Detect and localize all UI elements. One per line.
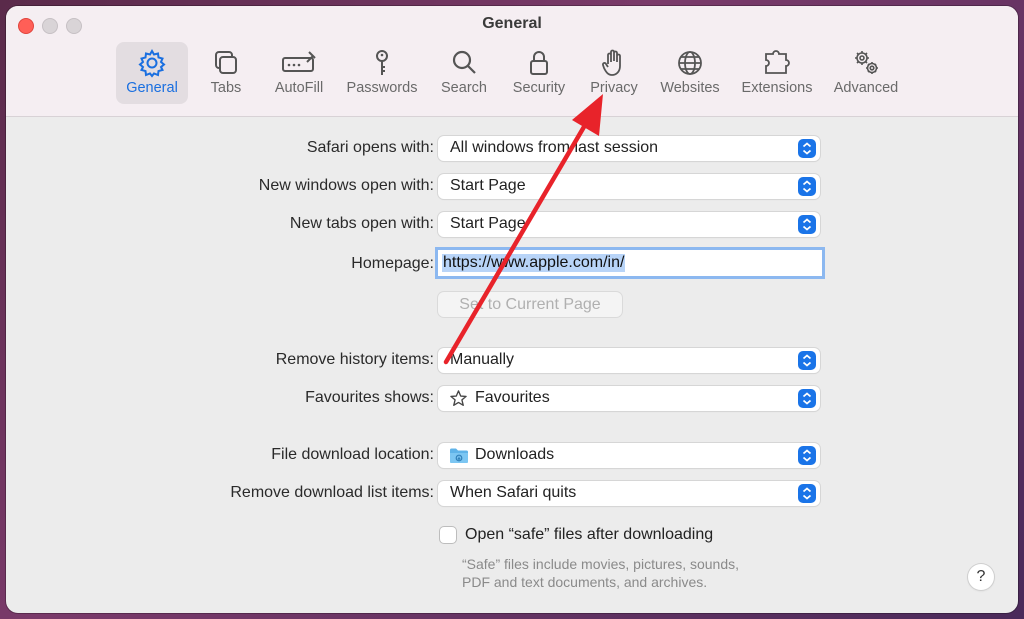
- tab-label: General: [126, 80, 178, 96]
- remove-download-list-label: Remove download list items:: [230, 484, 434, 501]
- remove-history-label: Remove history items:: [275, 351, 434, 368]
- tab-label: Search: [441, 80, 487, 96]
- new-windows-popup[interactable]: Start Page: [438, 174, 820, 199]
- popup-value: Downloads: [475, 446, 555, 463]
- tab-tabs[interactable]: Tabs: [196, 42, 256, 104]
- globe-icon: [678, 51, 702, 75]
- download-location-label: File download location:: [271, 446, 434, 463]
- window-title: General: [482, 15, 542, 32]
- tab-label: AutoFill: [274, 80, 324, 96]
- tab-label: Privacy: [590, 80, 638, 96]
- chevron-updown-icon: [798, 484, 816, 503]
- safari-opens-with-popup[interactable]: All windows from last session: [438, 136, 820, 161]
- safe-files-help-text: “Safe” files include movies, pictures, s…: [462, 555, 739, 591]
- star-icon: [450, 390, 467, 407]
- homepage-label: Homepage:: [351, 255, 434, 272]
- gears-icon: [855, 51, 878, 74]
- chevron-updown-icon: [798, 177, 816, 196]
- tab-label: Advanced: [833, 80, 899, 96]
- tab-passwords[interactable]: Passwords: [342, 42, 422, 104]
- popup-value: Favourites: [475, 389, 550, 406]
- tab-label: Security: [512, 80, 566, 96]
- tab-extensions[interactable]: Extensions: [736, 42, 818, 104]
- chevron-updown-icon: [798, 446, 816, 465]
- help-line: “Safe” files include movies, pictures, s…: [462, 556, 740, 572]
- help-button[interactable]: ?: [968, 564, 994, 590]
- tab-label: Websites: [660, 80, 720, 96]
- help-line: PDF and text documents, and archives.: [462, 574, 708, 590]
- folder-icon: [450, 448, 468, 463]
- preferences-window: General General Tabs AutoFill Passwords …: [6, 6, 1018, 613]
- tab-label: Passwords: [346, 80, 418, 96]
- chevron-updown-icon: [798, 351, 816, 370]
- download-location-popup[interactable]: Downloads: [438, 443, 820, 468]
- magnifier-icon: [452, 50, 476, 74]
- tab-label: Tabs: [210, 80, 242, 96]
- popup-value: Manually: [450, 351, 515, 368]
- tab-label: Extensions: [741, 80, 813, 96]
- new-tabs-label: New tabs open with:: [289, 215, 434, 232]
- popup-value: When Safari quits: [450, 484, 577, 501]
- tab-search[interactable]: Search: [434, 42, 494, 104]
- tabs-icon: [215, 51, 237, 74]
- puzzle-icon: [765, 50, 790, 74]
- tab-autofill[interactable]: AutoFill: [264, 42, 334, 104]
- chevron-updown-icon: [798, 215, 816, 234]
- set-to-current-page-button[interactable]: Set to Current Page: [438, 292, 622, 317]
- tab-general[interactable]: General: [116, 42, 188, 104]
- new-tabs-popup[interactable]: Start Page: [438, 212, 820, 237]
- titlebar: General General Tabs AutoFill Passwords …: [6, 6, 1018, 117]
- hand-icon: [602, 49, 621, 76]
- remove-history-popup[interactable]: Manually: [438, 348, 820, 373]
- gear-icon: [138, 48, 166, 78]
- key-icon: [376, 50, 388, 75]
- new-windows-label: New windows open with:: [258, 177, 434, 194]
- favourites-shows-popup[interactable]: Favourites: [438, 386, 820, 411]
- open-safe-files-checkbox[interactable]: [440, 527, 456, 543]
- tab-websites[interactable]: Websites: [654, 42, 726, 104]
- homepage-input[interactable]: https://www.apple.com/in/: [438, 250, 822, 276]
- popup-value: Start Page: [450, 177, 526, 194]
- tab-security[interactable]: Security: [506, 42, 572, 104]
- tab-privacy[interactable]: Privacy: [582, 42, 646, 104]
- open-safe-files-label: Open “safe” files after downloading: [465, 526, 714, 543]
- tab-advanced[interactable]: Advanced: [828, 42, 904, 104]
- autofill-icon: [282, 51, 316, 72]
- homepage-value: https://www.apple.com/in/: [442, 254, 626, 272]
- chevron-updown-icon: [798, 139, 816, 158]
- popup-value: Start Page: [450, 215, 526, 232]
- chevron-updown-icon: [798, 389, 816, 408]
- preferences-toolbar: General Tabs AutoFill Passwords Search S…: [6, 42, 1018, 106]
- safari-opens-with-label: Safari opens with:: [306, 139, 434, 156]
- favourites-shows-label: Favourites shows:: [305, 389, 434, 406]
- lock-icon: [530, 51, 548, 75]
- popup-value: All windows from last session: [450, 139, 659, 156]
- remove-download-list-popup[interactable]: When Safari quits: [438, 481, 820, 506]
